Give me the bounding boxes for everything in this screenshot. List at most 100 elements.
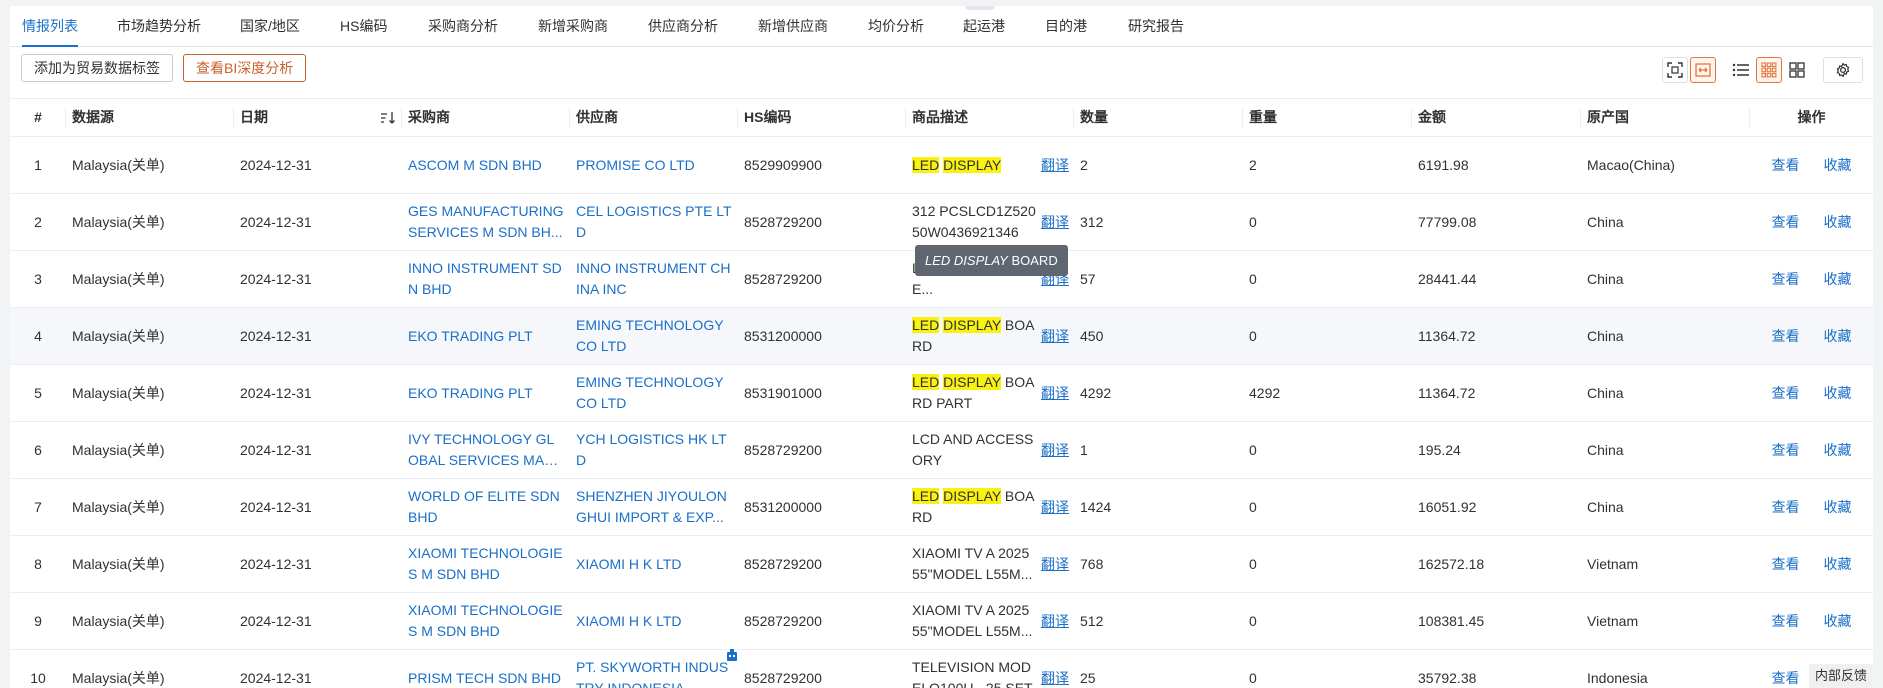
translate-link[interactable]: 翻译 [1041, 365, 1069, 421]
view-button[interactable]: 查看 [1772, 155, 1800, 176]
tab-new-buyers[interactable]: 新增采购商 [538, 6, 608, 46]
row-buyer[interactable]: INNO INSTRUMENT SDN BHD [402, 251, 570, 307]
sort-icon[interactable] [380, 110, 396, 126]
tab-intel-list[interactable]: 情报列表 [22, 6, 78, 47]
keyword-highlight: LED [912, 156, 940, 173]
view-button[interactable]: 查看 [1772, 212, 1800, 233]
translate-link[interactable]: 翻译 [1041, 422, 1069, 478]
row-buyer[interactable]: GES MANUFACTURING SERVICES M SDN BH... [402, 194, 570, 250]
view-button[interactable]: 查看 [1772, 554, 1800, 575]
supplier-link[interactable]: EMING TECHNOLOGY CO LTD [576, 372, 732, 414]
fullscreen-button[interactable] [1662, 57, 1688, 83]
row-supplier[interactable]: YCH LOGISTICS HK LTD [570, 422, 738, 478]
buyer-link[interactable]: EKO TRADING PLT [408, 383, 533, 404]
row-hs-code: 8529909900 [744, 156, 822, 173]
view-button[interactable]: 查看 [1772, 440, 1800, 461]
compact-grid-button[interactable] [1756, 57, 1782, 83]
tab-market-trend[interactable]: 市场趋势分析 [117, 6, 201, 46]
row-supplier[interactable]: CEL LOGISTICS PTE LTD [570, 194, 738, 250]
tab-country-region[interactable]: 国家/地区 [240, 6, 300, 46]
row-buyer[interactable]: EKO TRADING PLT [402, 308, 570, 364]
row-supplier[interactable]: PROMISE CO LTD [570, 137, 738, 193]
row-date: 2024-12-31 [240, 555, 312, 572]
row-supplier[interactable]: PT. SKYWORTH INDUSTRY INDONESIA [570, 650, 738, 688]
tab-destination-port[interactable]: 目的港 [1045, 6, 1087, 46]
favorite-button[interactable]: 收藏 [1824, 212, 1852, 233]
row-buyer[interactable]: WORLD OF ELITE SDN BHD [402, 479, 570, 535]
translate-link[interactable]: 翻译 [1041, 536, 1069, 592]
view-button[interactable]: 查看 [1772, 668, 1800, 688]
supplier-link[interactable]: PT. SKYWORTH INDUSTRY INDONESIA [576, 657, 732, 688]
buyer-link[interactable]: XIAOMI TECHNOLOGIES M SDN BHD [408, 600, 564, 642]
translate-link[interactable]: 翻译 [1041, 137, 1069, 193]
tab-hs-code[interactable]: HS编码 [340, 6, 387, 46]
buyer-link[interactable]: PRISM TECH SDN BHD [408, 668, 561, 688]
tab-departure-port[interactable]: 起运港 [963, 6, 1005, 46]
supplier-link[interactable]: INNO INSTRUMENT CHINA INC [576, 258, 732, 300]
row-supplier[interactable]: XIAOMI H K LTD [570, 536, 738, 592]
compact-grid-icon [1761, 62, 1777, 78]
buyer-link[interactable]: IVY TECHNOLOGY GLOBAL SERVICES MALA ... [408, 429, 564, 471]
buyer-link[interactable]: XIAOMI TECHNOLOGIES M SDN BHD [408, 543, 564, 585]
supplier-link[interactable]: CEL LOGISTICS PTE LTD [576, 201, 732, 243]
supplier-link[interactable]: XIAOMI H K LTD [576, 611, 682, 632]
translate-link[interactable]: 翻译 [1041, 650, 1069, 688]
list-view-button[interactable] [1728, 57, 1754, 83]
table-settings-button[interactable] [1823, 57, 1863, 83]
row-supplier[interactable]: EMING TECHNOLOGY CO LTD [570, 308, 738, 364]
row-hs-code: 8528729200 [744, 669, 822, 686]
favorite-button[interactable]: 收藏 [1824, 269, 1852, 290]
view-button[interactable]: 查看 [1772, 611, 1800, 632]
row-buyer[interactable]: IVY TECHNOLOGY GLOBAL SERVICES MALA ... [402, 422, 570, 478]
supplier-link[interactable]: PROMISE CO LTD [576, 155, 695, 176]
row-buyer[interactable]: XIAOMI TECHNOLOGIES M SDN BHD [402, 593, 570, 649]
translate-link[interactable]: 翻译 [1041, 479, 1069, 535]
favorite-button[interactable]: 收藏 [1824, 326, 1852, 347]
view-button[interactable]: 查看 [1772, 383, 1800, 404]
ship-badge-icon[interactable] [726, 648, 738, 662]
view-button[interactable]: 查看 [1772, 326, 1800, 347]
favorite-button[interactable]: 收藏 [1824, 155, 1852, 176]
row-buyer[interactable]: EKO TRADING PLT [402, 365, 570, 421]
translate-link[interactable]: 翻译 [1041, 593, 1069, 649]
buyer-link[interactable]: GES MANUFACTURING SERVICES M SDN BH... [408, 201, 564, 243]
bi-analysis-button[interactable]: 查看BI深度分析 [183, 54, 307, 82]
row-supplier[interactable]: XIAOMI H K LTD [570, 593, 738, 649]
view-button[interactable]: 查看 [1772, 497, 1800, 518]
feedback-button[interactable]: 内部反馈 [1808, 664, 1873, 688]
translate-link[interactable]: 翻译 [1041, 308, 1069, 364]
row-supplier[interactable]: INNO INSTRUMENT CHINA INC [570, 251, 738, 307]
row-supplier[interactable]: EMING TECHNOLOGY CO LTD [570, 365, 738, 421]
col-date[interactable]: 日期 [234, 99, 402, 136]
row-hs-code: 8528729200 [744, 612, 822, 629]
supplier-link[interactable]: SHENZHEN JIYOULONGHUI IMPORT & EXP... [576, 486, 732, 528]
favorite-button[interactable]: 收藏 [1824, 383, 1852, 404]
tab-research-report[interactable]: 研究报告 [1128, 6, 1184, 46]
buyer-link[interactable]: INNO INSTRUMENT SDN BHD [408, 258, 564, 300]
supplier-link[interactable]: EMING TECHNOLOGY CO LTD [576, 315, 732, 357]
card-grid-button[interactable] [1784, 57, 1810, 83]
tab-supplier-analysis[interactable]: 供应商分析 [648, 6, 718, 46]
view-button[interactable]: 查看 [1772, 269, 1800, 290]
supplier-link[interactable]: YCH LOGISTICS HK LTD [576, 429, 732, 471]
row-buyer[interactable]: ASCOM M SDN BHD [402, 137, 570, 193]
translate-link[interactable]: 翻译 [1041, 194, 1069, 250]
favorite-button[interactable]: 收藏 [1824, 554, 1852, 575]
tab-new-suppliers[interactable]: 新增供应商 [758, 6, 828, 46]
row-buyer[interactable]: XIAOMI TECHNOLOGIES M SDN BHD [402, 536, 570, 592]
row-supplier[interactable]: SHENZHEN JIYOULONGHUI IMPORT & EXP... [570, 479, 738, 535]
table-row: 4 Malaysia(关单) 2024-12-31 EKO TRADING PL… [10, 308, 1873, 365]
favorite-button[interactable]: 收藏 [1824, 497, 1852, 518]
supplier-link[interactable]: XIAOMI H K LTD [576, 554, 682, 575]
row-actions: 查看 收藏 [1750, 593, 1873, 649]
favorite-button[interactable]: 收藏 [1824, 611, 1852, 632]
fit-width-button[interactable] [1690, 57, 1716, 83]
tab-buyer-analysis[interactable]: 采购商分析 [428, 6, 498, 46]
buyer-link[interactable]: EKO TRADING PLT [408, 326, 533, 347]
favorite-button[interactable]: 收藏 [1824, 440, 1852, 461]
tab-avg-price[interactable]: 均价分析 [868, 6, 924, 46]
buyer-link[interactable]: WORLD OF ELITE SDN BHD [408, 486, 564, 528]
row-buyer[interactable]: PRISM TECH SDN BHD [402, 650, 570, 688]
add-trade-tag-button[interactable]: 添加为贸易数据标签 [21, 54, 173, 82]
buyer-link[interactable]: ASCOM M SDN BHD [408, 155, 542, 176]
